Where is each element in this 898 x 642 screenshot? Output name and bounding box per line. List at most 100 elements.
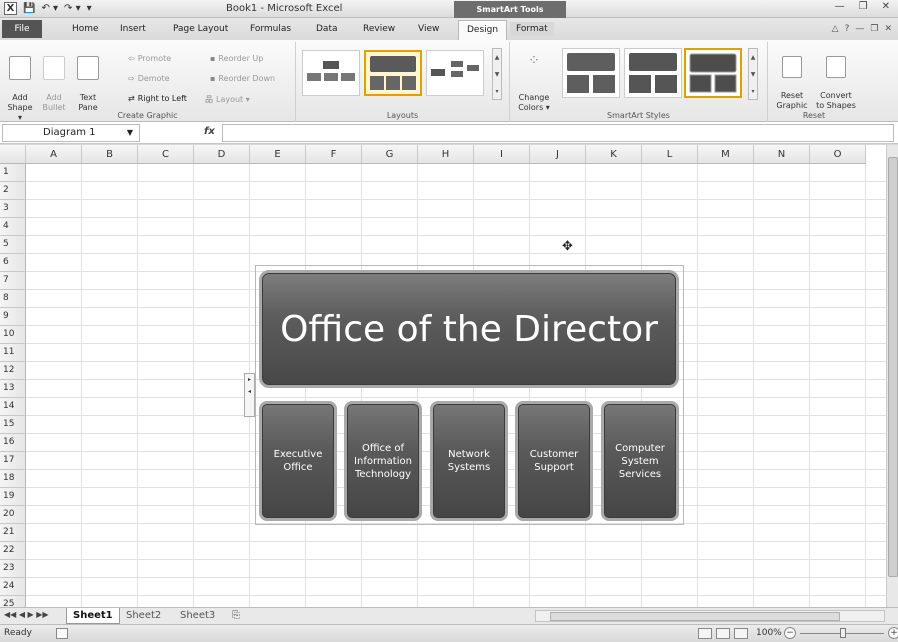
row-header[interactable]: 10 [0,326,26,344]
name-box-dropdown-icon[interactable]: ▼ [127,125,133,141]
row-header[interactable]: 24 [0,578,26,596]
row-header[interactable]: 7 [0,272,26,290]
minimize-ribbon-icon[interactable]: △ [832,24,839,34]
layout-thumb-2-selected[interactable] [364,50,422,96]
row-header[interactable]: 22 [0,542,26,560]
zoom-slider[interactable]: − + [778,627,898,641]
tab-format[interactable]: Format [510,22,554,36]
excel-logo-icon[interactable]: X [4,2,17,15]
reset-graphic-button[interactable]: Reset Graphic [772,46,812,111]
column-header[interactable]: K [586,145,642,164]
row-header[interactable]: 9 [0,308,26,326]
column-header[interactable]: A [26,145,82,164]
row-header[interactable]: 13 [0,380,26,398]
change-colors-button[interactable]: ⁘ Change Colors ▾ [514,46,554,113]
column-header[interactable]: I [474,145,530,164]
vertical-scroll-thumb[interactable] [888,157,898,577]
org-chart-top-box[interactable]: Office of the Director [259,270,679,388]
horizontal-scrollbar[interactable] [535,610,885,622]
row-header[interactable]: 15 [0,416,26,434]
convert-to-shapes-button[interactable]: Convert to Shapes [814,46,858,111]
column-header[interactable]: B [82,145,138,164]
column-header[interactable]: J [530,145,586,164]
redo-icon[interactable]: ↷ ▾ [64,3,81,14]
org-chart-box-executive-office[interactable]: Executive Office [259,401,337,521]
org-chart-box-customer-support[interactable]: Customer Support [515,401,593,521]
reorder-down-button[interactable]: ▪ Reorder Down [210,74,275,83]
style-thumb-1[interactable] [562,48,620,98]
style-thumb-2[interactable] [624,48,682,98]
undo-icon[interactable]: ↶ ▾ [41,3,58,14]
zoom-out-icon[interactable]: − [784,627,796,639]
tab-data[interactable]: Data [316,22,338,36]
row-header[interactable]: 4 [0,218,26,236]
vertical-scrollbar[interactable] [886,145,898,607]
demote-button[interactable]: ⇨ Demote [128,74,170,83]
row-header[interactable]: 25 [0,596,26,607]
sheet-nav-buttons[interactable]: ◀◀ ◀ ▶ ▶▶ [4,610,49,619]
column-header[interactable]: E [250,145,306,164]
row-header[interactable]: 20 [0,506,26,524]
insert-sheet-icon[interactable]: ⎘ [226,608,246,624]
page-break-view-icon[interactable] [734,628,748,639]
right-to-left-button[interactable]: ⇄ Right to Left [128,94,187,103]
text-pane-button[interactable]: Text Pane [74,46,102,113]
doc-restore-icon[interactable]: ❐ [870,24,878,34]
row-header[interactable]: 11 [0,344,26,362]
row-header[interactable]: 16 [0,434,26,452]
select-all-corner[interactable] [0,145,26,164]
row-header[interactable]: 21 [0,524,26,542]
close-icon[interactable]: ✕ [882,1,890,12]
tab-review[interactable]: Review [363,22,395,36]
style-thumb-3-selected[interactable] [684,48,742,98]
tab-file[interactable]: File [2,20,42,38]
row-header[interactable]: 5 [0,236,26,254]
tab-page-layout[interactable]: Page Layout [173,22,228,36]
sheet-tab-2[interactable]: Sheet2 [120,608,167,624]
tab-design[interactable]: Design [458,20,508,40]
tab-home[interactable]: Home [72,22,99,36]
row-header[interactable]: 12 [0,362,26,380]
macro-record-icon[interactable] [56,628,68,639]
row-header[interactable]: 23 [0,560,26,578]
column-header[interactable]: D [194,145,250,164]
text-pane-toggle[interactable]: ▸ ◂ [244,373,255,417]
row-header[interactable]: 14 [0,398,26,416]
sheet-tab-3[interactable]: Sheet3 [174,608,221,624]
name-box[interactable]: Diagram 1 ▼ [2,124,140,142]
org-chart-box-computer-system-services[interactable]: Computer System Services [601,401,679,521]
help-icon[interactable]: ? [845,24,850,34]
add-bullet-button[interactable]: Add Bullet [40,46,68,113]
column-header[interactable]: M [698,145,754,164]
layout-dropdown[interactable]: 品 Layout ▾ [205,94,250,105]
org-chart-box-network-systems[interactable]: Network Systems [430,401,508,521]
row-header[interactable]: 8 [0,290,26,308]
zoom-in-icon[interactable]: + [888,627,898,639]
fx-icon[interactable]: fx [204,126,215,137]
row-header[interactable]: 18 [0,470,26,488]
column-header[interactable]: N [754,145,810,164]
tab-formulas[interactable]: Formulas [250,22,291,36]
row-header[interactable]: 19 [0,488,26,506]
layouts-scroll[interactable]: ▲ ▼ ▾ [492,48,502,100]
minimize-icon[interactable]: — [835,1,845,12]
column-header[interactable]: H [418,145,474,164]
normal-view-icon[interactable] [698,628,712,639]
column-header[interactable]: L [642,145,698,164]
reorder-up-button[interactable]: ▪ Reorder Up [210,54,263,63]
promote-button[interactable]: ⇦ Promote [128,54,171,63]
org-chart-box-office-of-it[interactable]: Office of Information Technology [344,401,422,521]
zoom-knob[interactable] [840,628,846,638]
restore-icon[interactable]: ❐ [859,1,868,12]
doc-close-icon[interactable]: ✕ [884,24,892,34]
row-header[interactable]: 3 [0,200,26,218]
column-header[interactable]: O [810,145,866,164]
horizontal-scroll-thumb[interactable] [550,612,840,621]
doc-minimize-icon[interactable]: — [855,24,864,34]
column-header[interactable]: F [306,145,362,164]
customize-qat-icon[interactable]: ▾ [87,3,92,14]
sheet-tab-1[interactable]: Sheet1 [66,608,120,624]
styles-scroll[interactable]: ▲ ▼ ▾ [748,48,758,100]
row-header[interactable]: 6 [0,254,26,272]
row-header[interactable]: 2 [0,182,26,200]
